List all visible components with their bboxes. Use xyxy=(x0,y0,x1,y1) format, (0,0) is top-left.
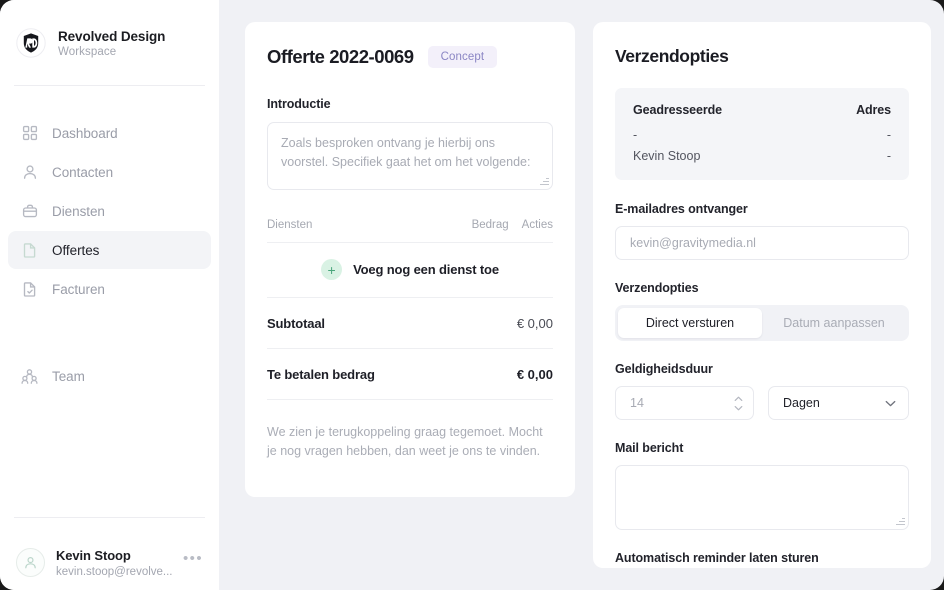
chevron-down-icon xyxy=(885,400,896,407)
recipient-box: Geadresseerde Adres - - Kevin Stoop - xyxy=(615,88,909,180)
subtotal-label: Subtotaal xyxy=(267,316,325,331)
sidebar-item-label: Offertes xyxy=(52,242,100,258)
briefcase-icon xyxy=(21,203,38,220)
email-placeholder-text: kevin@gravitymedia.nl xyxy=(630,236,756,250)
table-row: Kevin Stoop - xyxy=(633,149,891,163)
validity-unit-value: Dagen xyxy=(783,396,820,410)
sidebar-nav: Dashboard Contacten Diensten Offertes Fa… xyxy=(0,86,219,396)
column-header-adres: Adres xyxy=(856,103,891,117)
mail-message-label: Mail bericht xyxy=(615,441,684,455)
user-name: Kevin Stoop xyxy=(56,547,131,563)
subtotal-value: € 0,00 xyxy=(516,316,553,331)
user-email: kevin.stoop@revolve... xyxy=(56,565,173,578)
intro-placeholder-text: Zoals besproken ontvang je hierbij ons v… xyxy=(281,136,531,169)
sidebar-item-dashboard[interactable]: Dashboard xyxy=(8,114,211,152)
people-group-icon xyxy=(21,368,38,385)
sidebar-item-facturen[interactable]: Facturen xyxy=(8,270,211,308)
shield-monogram-icon xyxy=(16,28,46,58)
intro-label: Introductie xyxy=(267,97,331,111)
offer-header: Offerte 2022-0069 Concept xyxy=(267,46,553,68)
mail-message-textarea[interactable] xyxy=(615,465,909,530)
spinner-up-down-icon[interactable] xyxy=(734,396,743,411)
sidebar-item-label: Contacten xyxy=(52,164,114,180)
app-window: Revolved Design Workspace Dashboard Cont… xyxy=(0,0,944,590)
resize-handle-icon[interactable] xyxy=(896,517,905,526)
sidebar-item-diensten[interactable]: Diensten xyxy=(8,192,211,230)
user-avatar-icon xyxy=(16,548,45,577)
reminder-label: Automatisch reminder laten sturen xyxy=(615,551,819,565)
tab-direct-versturen[interactable]: Direct versturen xyxy=(618,308,762,338)
add-service-button[interactable]: + Voeg nog een dienst toe xyxy=(267,243,553,297)
sidebar-item-label: Team xyxy=(52,368,85,384)
sidebar-item-contacten[interactable]: Contacten xyxy=(8,153,211,191)
validity-amount-value: 14 xyxy=(630,396,644,410)
send-options-segmented-control: Direct versturen Datum aanpassen xyxy=(615,305,909,341)
send-options-label: Verzendopties xyxy=(615,281,699,295)
table-row: - - xyxy=(633,128,891,149)
grid-icon xyxy=(21,125,38,142)
column-header-diensten: Diensten xyxy=(267,219,313,231)
shipping-options-panel: Verzendopties Geadresseerde Adres - - Ke… xyxy=(593,22,931,568)
column-header-geadresseerde: Geadresseerde xyxy=(633,103,723,117)
column-header-bedrag: Bedrag xyxy=(471,219,509,231)
page-title: Offerte 2022-0069 xyxy=(267,46,414,67)
recipient-address: - xyxy=(886,128,891,142)
ellipsis-icon[interactable]: ••• xyxy=(183,551,203,574)
recipient-table: Geadresseerde Adres - - Kevin Stoop - xyxy=(633,103,891,163)
add-service-label: Voeg nog een dienst toe xyxy=(353,262,499,277)
total-due-value: € 0,00 xyxy=(516,367,553,382)
sidebar: Revolved Design Workspace Dashboard Cont… xyxy=(0,0,219,590)
recipient-name: - xyxy=(633,128,638,142)
workspace-subtitle: Workspace xyxy=(58,45,117,58)
sidebar-item-team[interactable]: Team xyxy=(8,357,211,395)
email-label: E-mailadres ontvanger xyxy=(615,202,748,216)
plus-icon: + xyxy=(321,259,343,280)
document-icon xyxy=(21,242,38,259)
validity-unit-select[interactable]: Dagen xyxy=(768,386,909,420)
table-header-row: Geadresseerde Adres xyxy=(633,103,891,128)
user-profile[interactable]: Kevin Stoop kevin.stoop@revolve... ••• xyxy=(0,518,219,590)
recipient-address: - xyxy=(886,149,891,163)
total-due-label: Te betalen bedrag xyxy=(267,367,375,382)
services-table-header: Diensten Bedrag Acties xyxy=(267,219,553,242)
status-badge: Concept xyxy=(427,46,498,68)
user-icon xyxy=(21,164,38,181)
email-group: E-mailadres ontvanger kevin@gravitymedia… xyxy=(615,202,909,260)
column-header-acties: Acties xyxy=(521,219,553,231)
mail-message-group: Mail bericht xyxy=(615,441,909,530)
subtotal-row: Subtotaal € 0,00 xyxy=(267,298,553,348)
workspace-switcher[interactable]: Revolved Design Workspace xyxy=(0,0,219,58)
sidebar-item-offertes[interactable]: Offertes xyxy=(8,231,211,269)
invoice-check-icon xyxy=(21,281,38,298)
total-due-row: Te betalen bedrag € 0,00 xyxy=(267,349,553,399)
workspace-name: Revolved Design xyxy=(58,28,166,44)
validity-amount-stepper[interactable]: 14 xyxy=(615,386,754,420)
recipient-name: Kevin Stoop xyxy=(633,149,701,163)
tab-datum-aanpassen[interactable]: Datum aanpassen xyxy=(762,308,906,338)
intro-textarea[interactable]: Zoals besproken ontvang je hierbij ons v… xyxy=(267,122,553,190)
validity-row: 14 Dagen xyxy=(615,386,909,420)
sidebar-item-label: Diensten xyxy=(52,203,105,219)
validity-label: Geldigheidsduur xyxy=(615,362,713,376)
resize-handle-icon[interactable] xyxy=(540,177,549,186)
shipping-title: Verzendopties xyxy=(615,46,729,66)
sidebar-item-label: Dashboard xyxy=(52,125,118,141)
send-options-group: Verzendopties Direct versturen Datum aan… xyxy=(615,281,909,341)
validity-group: Geldigheidsduur 14 Dagen xyxy=(615,362,909,420)
sidebar-item-label: Facturen xyxy=(52,281,105,297)
offer-footer-note: We zien je terugkoppeling graag tegemoet… xyxy=(267,425,543,459)
content-area: Offerte 2022-0069 Concept Introductie Zo… xyxy=(219,0,944,590)
offer-card: Offerte 2022-0069 Concept Introductie Zo… xyxy=(245,22,575,497)
email-field[interactable]: kevin@gravitymedia.nl xyxy=(615,226,909,260)
total-due-divider xyxy=(267,399,553,400)
